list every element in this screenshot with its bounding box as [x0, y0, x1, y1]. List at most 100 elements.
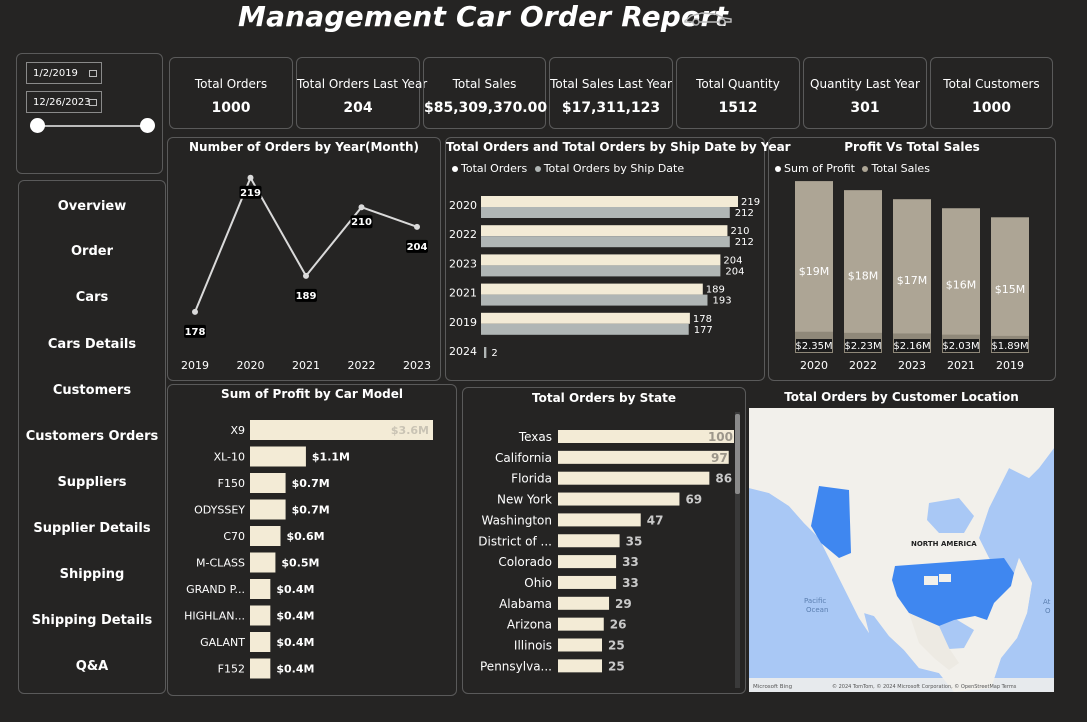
- data-label: $0.5M: [281, 557, 319, 570]
- data-label: 189: [296, 291, 317, 302]
- bar-state-orders: [558, 596, 610, 610]
- data-label: $2.23M: [844, 341, 881, 352]
- date-range-end-handle[interactable]: [140, 118, 155, 133]
- data-label: 204: [723, 255, 742, 266]
- data-label: 26: [610, 618, 627, 632]
- bar-state-orders: [558, 555, 617, 569]
- y-tick-label: District of ...: [478, 534, 552, 548]
- y-tick-label: New York: [497, 493, 552, 507]
- y-tick-label: Alabama: [499, 597, 552, 611]
- y-tick-label: ODYSSEY: [194, 504, 245, 517]
- nav-suppliers[interactable]: Suppliers: [18, 475, 166, 490]
- data-label: $0.4M: [276, 610, 314, 623]
- bar-state-orders: [558, 471, 710, 485]
- x-tick-label: 2019: [996, 359, 1024, 372]
- bar-chart-svg: X9 $3.6M XL-10 $1.1M F150 $0.7M ODYSSEY $0.7M C7…: [184, 420, 433, 679]
- map-canvas[interactable]: NORTH AMERICA Pacific Ocean At O Microso…: [749, 408, 1054, 692]
- nav-qa[interactable]: Q&A: [18, 659, 166, 674]
- data-label: 212: [735, 237, 754, 248]
- y-tick-label: HIGHLAN...: [184, 610, 245, 623]
- x-tick-label: 2021: [947, 359, 975, 372]
- nav-customers-orders[interactable]: Customers Orders: [18, 429, 166, 444]
- data-label: 219: [240, 188, 261, 199]
- y-tick-label: GRAND P...: [186, 583, 245, 596]
- nav-overview[interactable]: Overview: [18, 199, 166, 214]
- nav-supplier-details[interactable]: Supplier Details: [18, 521, 166, 536]
- y-tick-label: Illinois: [514, 639, 552, 653]
- bar-state-orders: [558, 513, 641, 527]
- bar-profit: [250, 632, 271, 652]
- bar-total-orders: [481, 225, 728, 237]
- kpi-label: Total Customers: [943, 77, 1040, 91]
- start-date-input[interactable]: 1/2/2019: [26, 62, 102, 84]
- land-mass-overlay: [749, 408, 1054, 692]
- kpi-label: Total Quantity: [696, 77, 780, 91]
- bar-state-orders: [558, 575, 617, 589]
- data-label: 100: [708, 430, 733, 444]
- data-label: $15M: [995, 283, 1026, 296]
- orders-ship-date-chart: Total Orders and Total Orders by Ship Da…: [445, 137, 791, 381]
- data-label: 193: [712, 296, 731, 307]
- y-tick-label: Arizona: [507, 618, 552, 632]
- data-label: 25: [608, 659, 625, 673]
- start-date-value: 1/2/2019: [33, 68, 78, 79]
- x-tick-label: 2019: [181, 359, 209, 372]
- data-label: 219: [741, 197, 760, 208]
- data-label: 97: [711, 451, 728, 465]
- nav-order[interactable]: Order: [18, 244, 166, 259]
- car-icon: [684, 12, 732, 26]
- data-label: 189: [706, 285, 725, 296]
- bar-orders-ship-date: [481, 323, 689, 335]
- end-date-input[interactable]: 12/26/2023: [26, 91, 102, 113]
- nav-customers[interactable]: Customers: [18, 383, 166, 398]
- bar-state-orders: [558, 492, 680, 506]
- unhighlighted-state: [924, 576, 938, 585]
- report-title: Management Car Order Report: [238, 0, 729, 33]
- orders-by-year-chart: Number of Orders by Year(Month) 178 2019 2…: [167, 137, 441, 381]
- bar-state-orders: [558, 638, 602, 652]
- date-range-start-handle[interactable]: [30, 118, 45, 133]
- data-label: $17M: [897, 274, 928, 287]
- bar-total-orders: [481, 283, 703, 295]
- y-tick-label: Washington: [481, 513, 552, 527]
- y-tick-label: C70: [223, 530, 245, 543]
- nav-shipping-details[interactable]: Shipping Details: [18, 613, 166, 628]
- nav-cars[interactable]: Cars: [18, 290, 166, 305]
- bar-orders-ship-date: [481, 236, 730, 248]
- data-label: $0.4M: [276, 663, 314, 676]
- line-chart-svg: 178 2019 219 2020 189 2021 210 2022 204 2023: [181, 174, 431, 372]
- data-point: [358, 204, 365, 211]
- data-label: $0.7M: [292, 504, 330, 517]
- nav-shipping[interactable]: Shipping: [18, 567, 166, 582]
- y-tick-label: 2019: [449, 316, 477, 329]
- data-label: 33: [622, 555, 639, 569]
- x-tick-label: 2020: [237, 359, 265, 372]
- bar-chart-svg: 2020 2192122022 2102122023 2042042021 189193…: [449, 196, 760, 359]
- y-tick-label: 2022: [449, 228, 477, 241]
- bar-state-orders: [558, 659, 602, 673]
- data-label: 178: [185, 327, 206, 338]
- y-tick-label: 2024: [449, 345, 477, 358]
- calendar-icon: [89, 70, 97, 77]
- bar-total-orders: [481, 254, 721, 266]
- data-label: 204: [725, 266, 744, 277]
- unhighlighted-state: [939, 574, 951, 582]
- data-label: 204: [407, 242, 428, 253]
- data-label: $2.35M: [795, 341, 832, 352]
- bar-orders-ship-date: [481, 207, 730, 218]
- scrollbar-thumb[interactable]: [735, 414, 740, 494]
- data-label: 33: [622, 576, 639, 590]
- kpi-total-quantity: Total Quantity 1512: [676, 57, 800, 129]
- bar-total-orders: [481, 196, 738, 207]
- data-label: $0.4M: [276, 583, 314, 596]
- bar-total-orders: [481, 312, 690, 324]
- kpi-label: Total Orders: [194, 77, 268, 91]
- nav-cars-details[interactable]: Cars Details: [18, 337, 166, 352]
- x-tick-label: 2023: [898, 359, 926, 372]
- data-point: [303, 272, 309, 279]
- north-america-map: NORTH AMERICA Pacific Ocean At O Microso…: [749, 408, 1054, 692]
- bar-profit: [250, 473, 286, 493]
- ocean-label: Pacific: [804, 597, 826, 605]
- bar-orders-ship-date: [484, 347, 487, 358]
- data-label: 47: [647, 513, 664, 527]
